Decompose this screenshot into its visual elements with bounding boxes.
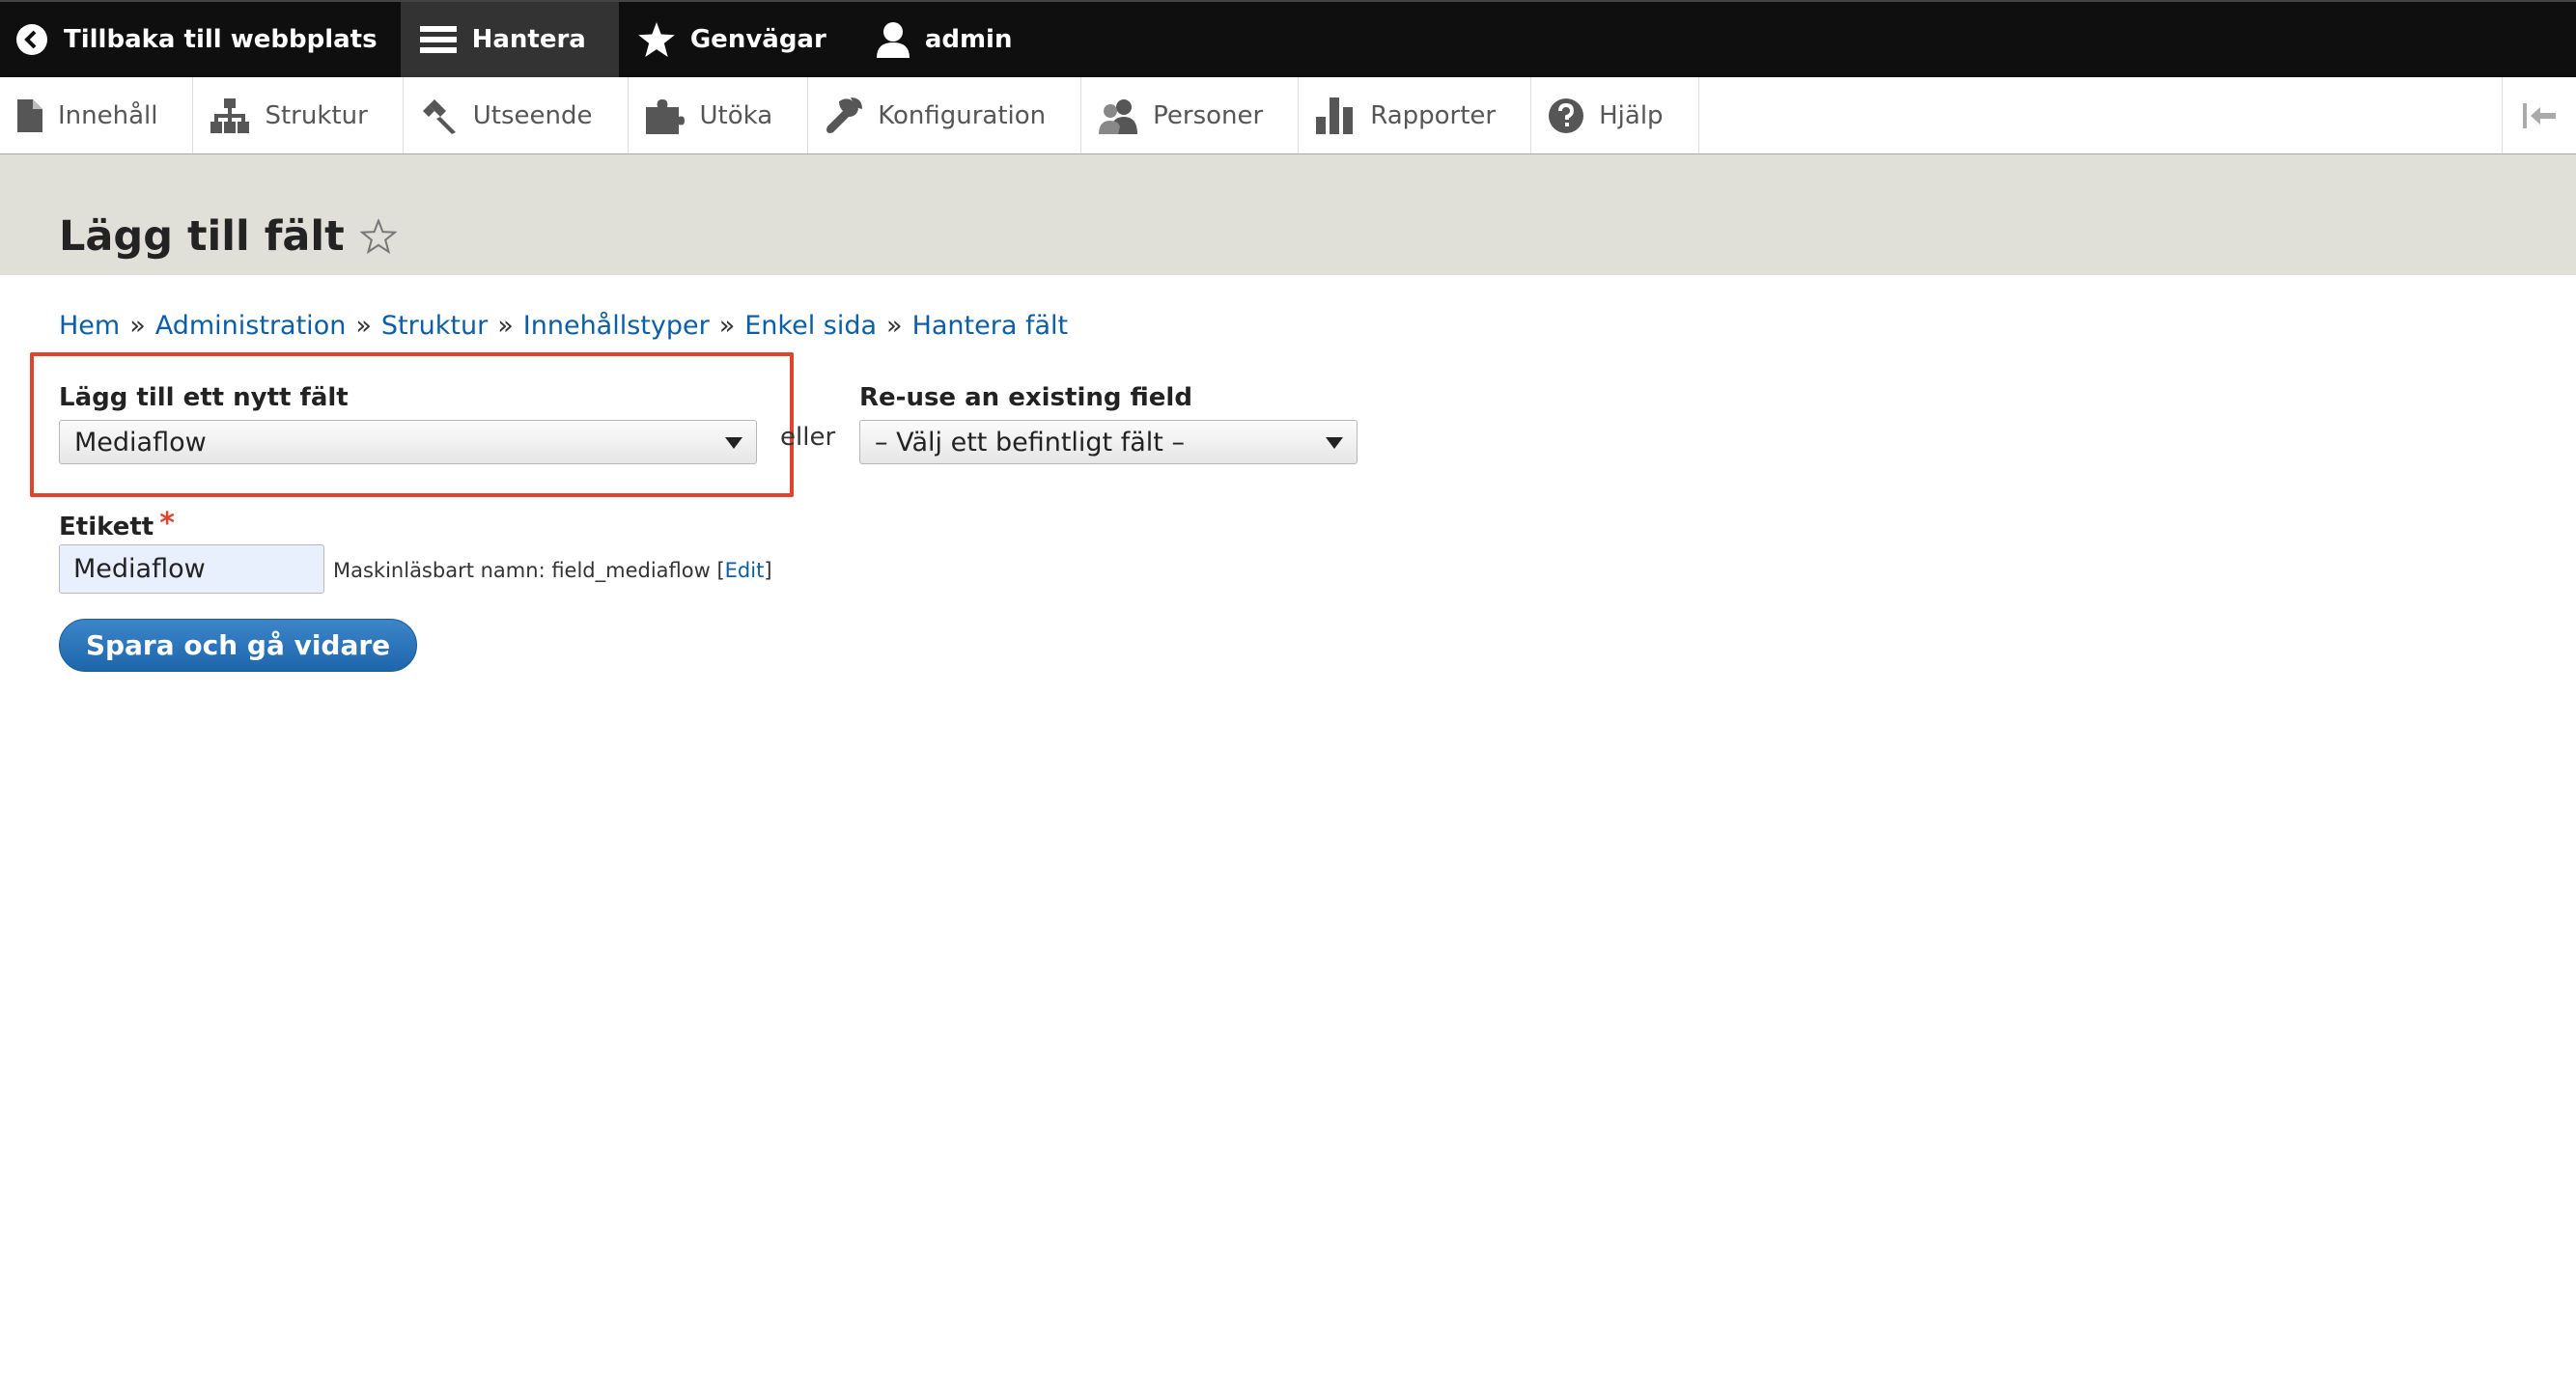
machine-name-edit-link[interactable]: Edit xyxy=(725,559,765,582)
sitemap-icon xyxy=(210,97,250,133)
star-icon xyxy=(638,22,675,57)
tray-item-content[interactable]: Innehåll xyxy=(0,77,194,153)
tray-item-label: Struktur xyxy=(265,100,368,130)
tray-item-configuration[interactable]: Konfiguration xyxy=(808,77,1082,153)
paintbrush-icon xyxy=(421,97,458,134)
existing-field-value: – Välj ett befintligt fält – xyxy=(875,427,1185,458)
dropdown-arrow-icon xyxy=(1326,437,1343,449)
save-and-continue-button[interactable]: Spara och gå vidare xyxy=(59,619,417,672)
required-marker: * xyxy=(159,507,175,541)
hamburger-icon xyxy=(419,23,457,56)
admin-toolbar: Tillbaka till webbplats Hantera Genvägar… xyxy=(0,0,2576,77)
help-icon xyxy=(1549,97,1584,133)
tray-item-people[interactable]: Personer xyxy=(1081,77,1300,153)
tray-item-label: Rapporter xyxy=(1370,100,1497,130)
new-field-type-select[interactable]: Mediaflow xyxy=(59,420,757,464)
tray-item-label: Hjälp xyxy=(1599,100,1664,130)
existing-field-select[interactable]: – Välj ett befintligt fält – xyxy=(859,420,1358,464)
tray-item-label: Utöka xyxy=(699,100,773,130)
tray-item-structure[interactable]: Struktur xyxy=(193,77,404,153)
bar-chart-icon xyxy=(1316,97,1355,134)
back-to-site-label: Tillbaka till webbplats xyxy=(64,25,378,54)
breadcrumb-link-structure[interactable]: Struktur xyxy=(381,311,488,341)
tray-orientation-toggle[interactable] xyxy=(2502,77,2576,153)
label-field-label: Etikett * xyxy=(59,507,175,541)
tray-item-label: Innehåll xyxy=(58,100,158,130)
dropdown-arrow-icon xyxy=(725,437,742,449)
or-separator: eller xyxy=(780,423,836,452)
manage-label: Hantera xyxy=(471,25,586,54)
breadcrumb-link-content-types[interactable]: Innehållstyper xyxy=(523,311,710,341)
chevron-left-circle-icon xyxy=(15,23,48,56)
user-label: admin xyxy=(924,25,1013,54)
tray-item-label: Utseende xyxy=(472,100,593,130)
breadcrumb-separator: » xyxy=(718,311,736,341)
label-field-text: Etikett xyxy=(59,513,154,541)
user-icon xyxy=(876,21,910,58)
new-field-type-value: Mediaflow xyxy=(74,427,207,458)
label-input[interactable] xyxy=(59,544,324,594)
breadcrumb-link-manage-fields[interactable]: Hantera fält xyxy=(912,311,1069,341)
tray-item-reports[interactable]: Rapporter xyxy=(1299,77,1532,153)
wrench-icon xyxy=(826,97,863,134)
back-to-site-link[interactable]: Tillbaka till webbplats xyxy=(0,2,401,77)
new-field-label: Lägg till ett nytt fält xyxy=(59,383,349,412)
machine-name-text: Maskinläsbart namn: field_mediaflow [ xyxy=(333,559,725,582)
breadcrumb-separator: » xyxy=(886,311,903,341)
tray-item-appearance[interactable]: Utseende xyxy=(404,77,629,153)
admin-tray: Innehåll Struktur Utseende Utöka Konfigu… xyxy=(0,77,2576,154)
puzzle-icon xyxy=(645,97,685,134)
shortcuts-tab[interactable]: Genvägar xyxy=(619,2,850,77)
existing-field-label: Re-use an existing field xyxy=(859,383,1192,412)
tray-item-extend[interactable]: Utöka xyxy=(629,77,809,153)
add-shortcut-star-icon[interactable] xyxy=(359,219,397,254)
tray-item-label: Personer xyxy=(1153,100,1264,130)
breadcrumb-link-basic-page[interactable]: Enkel sida xyxy=(744,311,877,341)
breadcrumb-link-administration[interactable]: Administration xyxy=(155,311,347,341)
page-title: Lägg till fält xyxy=(59,212,397,261)
breadcrumb-separator: » xyxy=(355,311,372,341)
machine-name-suffix: ] xyxy=(764,559,772,582)
user-tab[interactable]: admin xyxy=(850,2,1036,77)
tray-item-help[interactable]: Hjälp xyxy=(1531,77,1699,153)
people-icon xyxy=(1099,97,1138,134)
manage-tab[interactable]: Hantera xyxy=(400,2,619,77)
breadcrumb-separator: » xyxy=(129,311,146,341)
page-header: Lägg till fält xyxy=(0,154,2576,275)
collapse-left-icon xyxy=(2523,102,2556,128)
breadcrumb: Hem » Administration » Struktur » Innehållstyp… xyxy=(59,311,1068,341)
tray-item-label: Konfiguration xyxy=(878,100,1047,130)
machine-name: Maskinläsbart namn: field_mediaflow [Edi… xyxy=(333,559,772,582)
file-icon xyxy=(17,98,42,132)
page-title-text: Lägg till fält xyxy=(59,212,345,261)
shortcuts-label: Genvägar xyxy=(689,25,826,54)
breadcrumb-link-home[interactable]: Hem xyxy=(59,311,120,341)
breadcrumb-separator: » xyxy=(497,311,514,341)
